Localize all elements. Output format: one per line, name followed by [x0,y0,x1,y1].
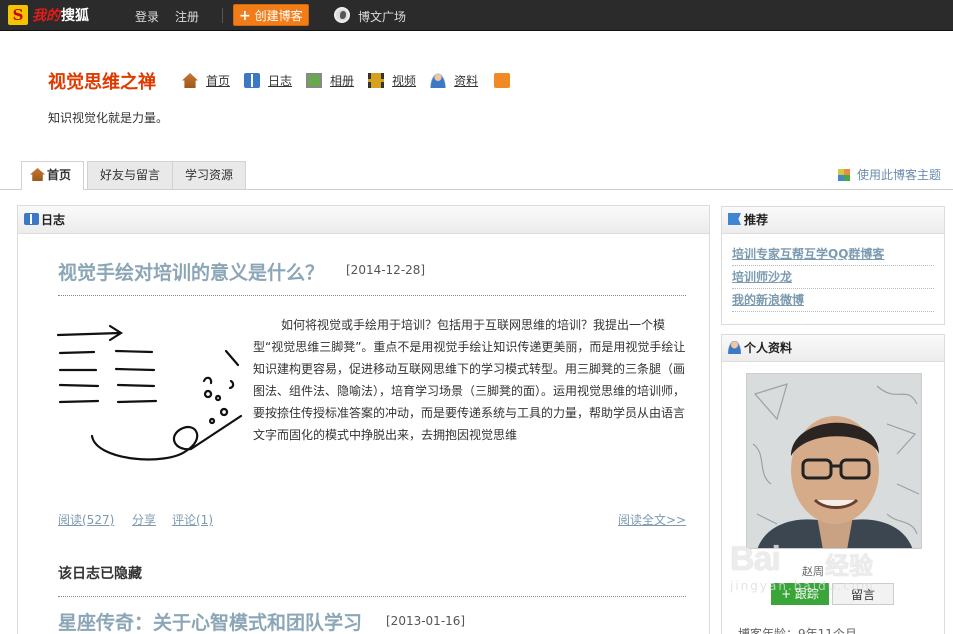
blog-square-link[interactable]: 博文广场 [358,8,406,25]
avatar[interactable] [746,373,922,549]
reads-link[interactable]: 阅读(527) [58,511,114,528]
share-link[interactable]: 分享 [132,511,156,528]
recommend-link[interactable]: 培训专家互帮互学QQ群博客 [732,243,934,266]
post-date: [2014-12-28] [346,263,426,277]
post-sketch-image [56,324,243,461]
hidden-post-note: 该日志已隐藏 [58,566,142,582]
tab-label: 学习资源 [185,168,234,182]
tab-bar-line [0,189,953,190]
book-icon [24,213,39,225]
post-title[interactable]: 视觉手绘对培训的意义是什么？ [58,258,324,285]
tab-friends[interactable]: 好友与留言 [87,161,174,189]
journal-panel: 日志 视觉手绘对培训的意义是什么？ [2014-12-28] 如何将视觉或手绘用… [17,205,710,634]
comments-link[interactable]: 评论(1) [172,511,213,528]
home-icon [30,168,45,181]
avatar-photo [747,374,921,548]
home-icon [182,73,198,88]
recommend-list: 培训专家互帮互学QQ群博客 培训师沙龙 我的新浪微博 [722,234,944,312]
grid-icon [838,168,850,181]
post-date: [2013-01-16] [386,614,466,628]
panel-header: 日志 [18,206,709,234]
nav-label: 相册 [330,74,355,88]
blog-title[interactable]: 视觉思维之禅 [48,68,156,94]
divider [222,8,223,23]
login-link[interactable]: 登录 [135,8,159,25]
sohu-logo[interactable]: S 我的 搜狐 [8,5,89,25]
tab-label: 首页 [47,168,72,182]
recommend-link[interactable]: 培训师沙龙 [732,266,934,289]
top-bar: S 我的 搜狐 登录 注册 + 创建博客 博文广场 [0,0,953,31]
tab-home[interactable]: 首页 [21,161,85,190]
blog-nav: 首页 日志 相册 视频 资料 [182,72,532,89]
nav-label: 日志 [268,74,293,88]
plus-icon: + [239,8,251,24]
nav-item-journal[interactable]: 日志 [244,72,292,89]
tab-resources[interactable]: 学习资源 [172,161,247,189]
use-theme-link[interactable]: 使用此博客主题 [838,166,941,183]
blog-description: 知识视觉化就是力量。 [48,111,169,125]
film-icon [368,73,385,88]
photo-icon [306,73,323,88]
flag-icon [728,213,741,225]
register-link[interactable]: 注册 [175,8,199,25]
profile-name[interactable]: 赵周 [802,563,824,579]
divider [58,596,686,597]
globe-icon [334,7,350,23]
nav-label: 首页 [206,74,231,88]
recommend-title: 推荐 [744,213,769,227]
nav-label: 资料 [454,74,479,88]
message-button[interactable]: 留言 [832,583,894,605]
tab-label: 好友与留言 [100,168,161,182]
nav-item-profile[interactable]: 资料 [430,72,478,89]
read-more-link[interactable]: 阅读全文>> [618,511,686,528]
book-icon [244,73,261,88]
sohu-logo-mark: S [8,5,28,25]
nav-label: 视频 [392,74,417,88]
post-title[interactable]: 星座传奇：关于心智模式和团队学习 [58,608,362,634]
use-theme-label: 使用此博客主题 [857,168,942,182]
nav-item-home[interactable]: 首页 [182,72,230,89]
nav-item-video[interactable]: 视频 [368,72,416,89]
recommend-box: 推荐 培训专家互帮互学QQ群博客 培训师沙龙 我的新浪微博 [721,206,945,325]
logo-text-sohu: 搜狐 [61,8,89,24]
recommend-link[interactable]: 我的新浪微博 [732,289,934,312]
recommend-header: 推荐 [722,207,944,234]
profile-title: 个人资料 [744,341,793,355]
create-blog-label: 创建博客 [254,9,303,23]
rss-icon [494,73,511,88]
nav-item-rss[interactable] [492,73,518,88]
logo-text-mine: 我的 [32,8,60,24]
panel-title: 日志 [41,213,66,227]
user-icon [430,73,447,88]
divider [58,295,686,296]
post-excerpt: 如何将视觉或手绘用于培训？包括用于互联网思维的培训？我提出一个模型“视觉思维三脚… [253,318,686,442]
person-icon [728,341,741,354]
profile-box: 个人资料 赵周 + 跟踪 留言 博客年龄：9年11个月 [721,334,945,634]
blog-age: 博客年龄：9年11个月 [738,627,857,634]
create-blog-button[interactable]: + 创建博客 [233,4,309,26]
profile-header: 个人资料 [722,335,944,362]
nav-item-album[interactable]: 相册 [306,72,354,89]
follow-button[interactable]: + 跟踪 [771,583,829,605]
